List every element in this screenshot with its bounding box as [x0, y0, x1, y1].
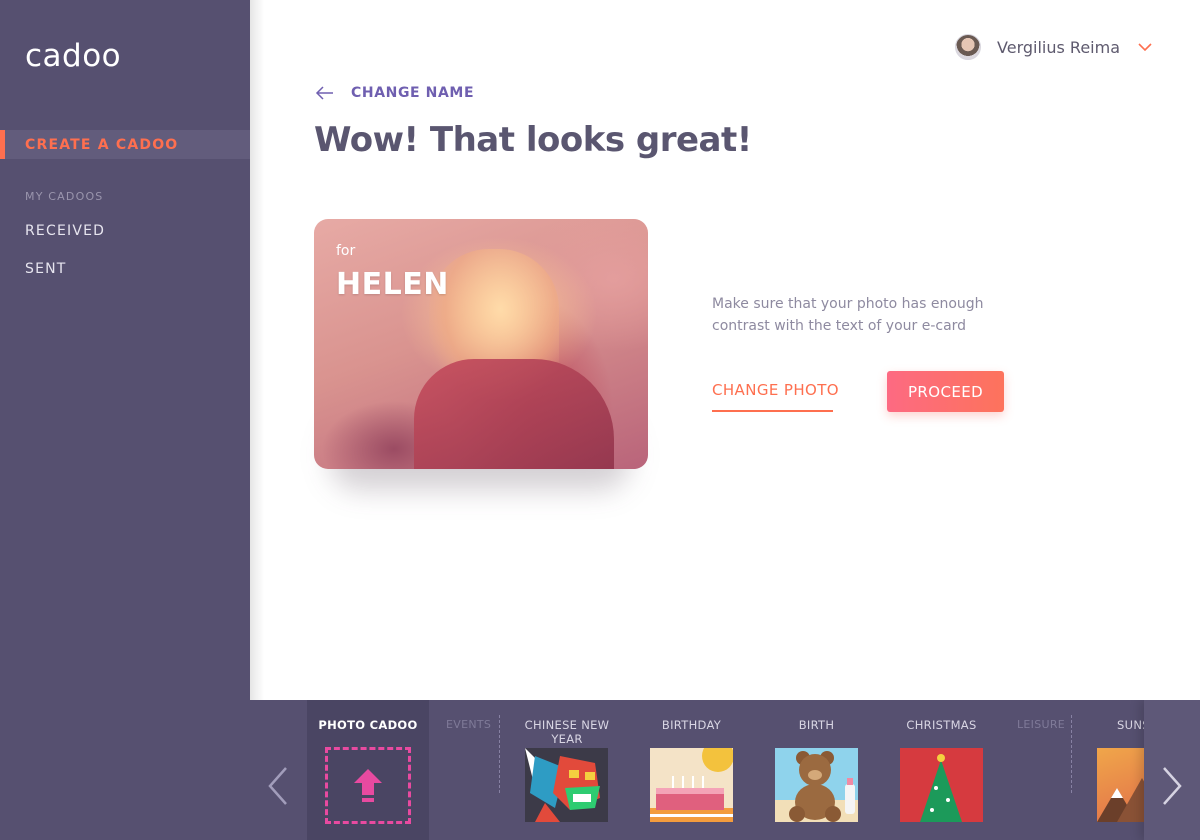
category-thumb-christmas[interactable] [900, 748, 983, 822]
christmas-tree-icon [920, 754, 962, 822]
ecard-preview: for HELEN [314, 219, 648, 469]
sidebar: cadoo CREATE A CADOO MY CADOOS RECEIVED … [0, 0, 250, 840]
sidebar-item-create[interactable]: CREATE A CADOO [0, 130, 250, 159]
category-strip: PHOTO CADOO EVENTS CHINESE NEW YEAR BIRT… [250, 700, 1200, 840]
section-divider [1071, 715, 1072, 793]
photo-cadoo-label: PHOTO CADOO [318, 718, 418, 732]
sidebar-item-create-label: CREATE A CADOO [25, 137, 179, 153]
back-link[interactable]: CHANGE NAME [315, 85, 474, 101]
card-photo-scarf [414, 359, 614, 469]
photo-upload-dropzone[interactable] [325, 747, 411, 824]
section-label-events: EVENTS [446, 718, 492, 731]
category-label-chinese-new-year[interactable]: CHINESE NEW YEAR [512, 718, 622, 746]
change-photo-button[interactable]: CHANGE PHOTO [712, 381, 839, 399]
scroll-right-button[interactable] [1144, 700, 1200, 840]
avatar[interactable] [955, 34, 982, 60]
section-label-leisure: LEISURE [1017, 718, 1066, 731]
category-thumb-birth[interactable] [775, 748, 858, 822]
user-menu[interactable]: Vergilius Reima [955, 34, 1152, 60]
user-name[interactable]: Vergilius Reima [997, 38, 1120, 57]
page-title: Wow! That looks great! [314, 120, 752, 160]
birthday-cake-icon [650, 748, 733, 822]
category-label-christmas[interactable]: CHRISTMAS [895, 718, 988, 732]
section-divider [499, 715, 500, 793]
cadoo-logo[interactable]: cadoo [25, 38, 121, 74]
upload-arrow-icon [354, 768, 382, 802]
proceed-button[interactable]: PROCEED [887, 371, 1004, 412]
scroll-left-button[interactable] [250, 700, 306, 840]
category-label-birth[interactable]: BIRTH [770, 718, 863, 732]
chevron-right-icon[interactable] [1160, 766, 1184, 806]
sidebar-section-my-cadoos: MY CADOOS [25, 190, 104, 203]
back-link-label[interactable]: CHANGE NAME [351, 85, 474, 101]
sidebar-item-received[interactable]: RECEIVED [25, 223, 105, 239]
dragon-icon [525, 748, 600, 822]
photo-cadoo-panel[interactable]: PHOTO CADOO [307, 700, 429, 840]
photo-contrast-hint: Make sure that your photo has enough con… [712, 296, 984, 334]
sidebar-shadow [250, 0, 264, 700]
active-indicator [0, 130, 5, 159]
category-label-birthday[interactable]: BIRTHDAY [645, 718, 738, 732]
chevron-left-icon[interactable] [266, 766, 290, 806]
change-photo-underline [712, 410, 833, 412]
category-thumb-chinese-new-year[interactable] [525, 748, 608, 822]
arrow-left-icon[interactable] [315, 85, 335, 101]
card-for-label: for [336, 243, 356, 259]
teddy-bear-icon [775, 751, 858, 822]
card-recipient-name: HELEN [336, 267, 449, 302]
category-thumb-birthday[interactable] [650, 748, 733, 822]
chevron-down-icon[interactable] [1138, 43, 1152, 51]
sidebar-item-sent[interactable]: SENT [25, 261, 67, 277]
